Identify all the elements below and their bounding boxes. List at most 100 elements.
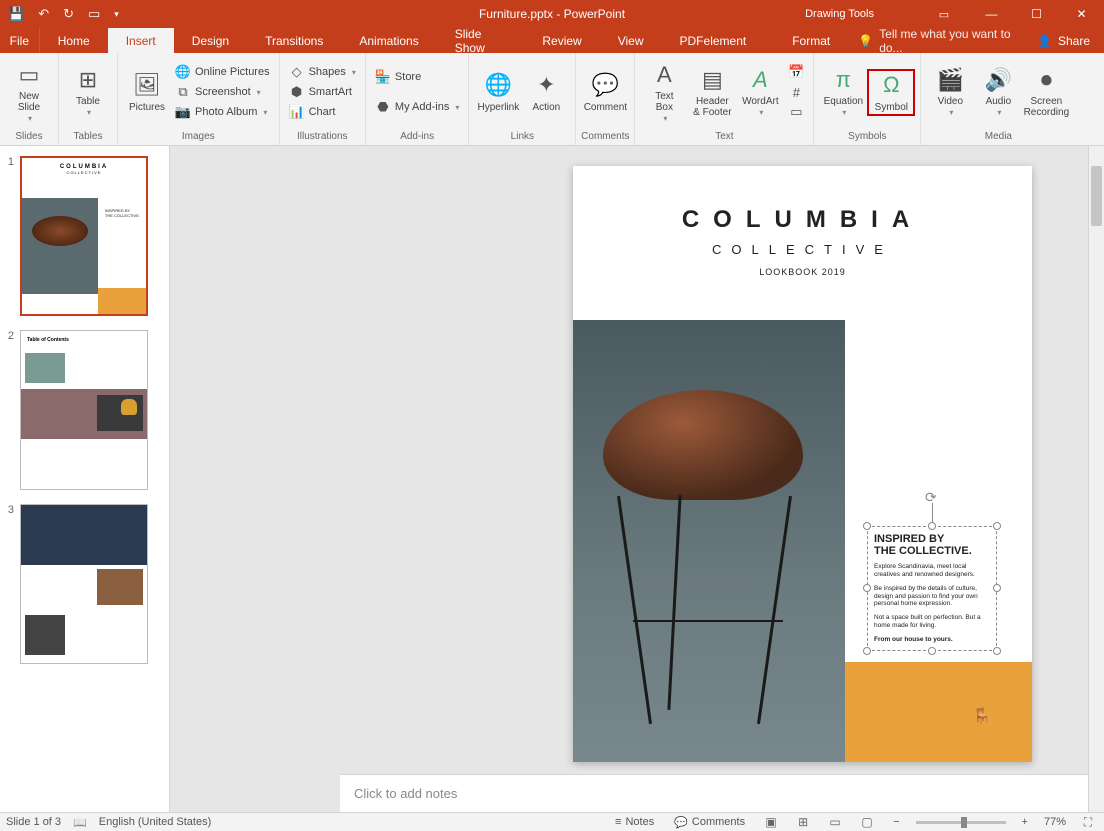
fit-to-window-button[interactable]: ⛶ xyxy=(1078,815,1098,830)
table-button[interactable]: ⊞ Table xyxy=(65,64,111,120)
notes-placeholder: Click to add notes xyxy=(354,786,457,801)
save-icon[interactable]: 💾 xyxy=(8,6,24,22)
undo-icon[interactable]: ↶ xyxy=(38,6,49,22)
thumb-number: 2 xyxy=(4,330,14,490)
zoom-level[interactable]: 77% xyxy=(1044,816,1066,828)
hyperlink-button[interactable]: 🌐Hyperlink xyxy=(475,70,521,115)
tab-file[interactable]: File xyxy=(0,28,40,53)
tab-design[interactable]: Design xyxy=(174,28,247,53)
comments-toggle[interactable]: 💬Comments xyxy=(670,816,749,829)
slide-subtitle[interactable]: COLLECTIVE xyxy=(573,242,1032,257)
spell-check-icon[interactable]: 📖 xyxy=(73,816,87,829)
zoom-slider-thumb[interactable] xyxy=(961,817,967,828)
textbox-para[interactable]: From our house to yours. xyxy=(874,636,990,644)
selected-text-box[interactable]: ⟳ INSPIRED BY THE COLLECTIVE. Explore Sc… xyxy=(867,526,997,651)
my-addins-button[interactable]: ⬣My Add-ins xyxy=(372,98,462,116)
tab-animations[interactable]: Animations xyxy=(341,28,436,53)
rotate-handle-icon[interactable]: ⟳ xyxy=(925,489,937,506)
slide-thumbnail-1[interactable]: COLUMBIA COLLECTIVE INSPIRED BY THE COLL… xyxy=(20,156,148,316)
online-pictures-button[interactable]: 🌐Online Pictures xyxy=(172,63,273,81)
share-button[interactable]: 👤 Share xyxy=(1023,28,1104,53)
normal-view-button[interactable]: ▣ xyxy=(761,815,781,829)
screen-recording-button[interactable]: ⏺Screen Recording xyxy=(1023,64,1069,120)
textbox-para[interactable]: Be inspired by the details of culture, d… xyxy=(874,585,990,608)
wordart-button[interactable]: AWordArt xyxy=(737,64,783,120)
textbox-heading-2[interactable]: THE COLLECTIVE. xyxy=(874,545,990,557)
header-footer-button[interactable]: ▤Header & Footer xyxy=(689,64,735,120)
object-button[interactable]: ▭ xyxy=(785,103,807,121)
zoom-slider[interactable] xyxy=(916,821,1006,824)
new-slide-button[interactable]: ▭ New Slide xyxy=(6,59,52,126)
photo-album-button[interactable]: 📷Photo Album xyxy=(172,103,273,121)
slide-title[interactable]: COLUMBIA xyxy=(573,206,1032,234)
slide-editor[interactable]: COLUMBIA COLLECTIVE LOOKBOOK 2019 🪑 ⟳ IN… xyxy=(170,146,1104,812)
slide-thumbnail-2[interactable]: Table of Contents xyxy=(20,330,148,490)
textbox-para[interactable]: Not a space built on perfection. But a h… xyxy=(874,614,990,630)
slide-lookbook[interactable]: LOOKBOOK 2019 xyxy=(573,267,1032,277)
pictures-button[interactable]: 🖼 Pictures xyxy=(124,70,170,115)
shapes-icon: ◇ xyxy=(289,64,305,80)
tab-transitions[interactable]: Transitions xyxy=(247,28,341,53)
start-from-beginning-icon[interactable]: ▭ xyxy=(88,6,100,22)
action-button[interactable]: ✦Action xyxy=(523,70,569,115)
screenshot-button[interactable]: ⧉Screenshot xyxy=(172,83,273,101)
date-time-button[interactable]: 📅 xyxy=(785,63,807,81)
ribbon-display-options-icon[interactable]: ▭ xyxy=(929,0,959,28)
minimize-button[interactable]: — xyxy=(969,0,1014,28)
resize-handle[interactable] xyxy=(863,647,871,655)
table-icon: ⊞ xyxy=(79,66,97,94)
tab-home[interactable]: Home xyxy=(40,28,108,53)
text-box-button[interactable]: AText Box xyxy=(641,59,687,126)
chart-icon: 📊 xyxy=(289,104,305,120)
slide-number-icon: # xyxy=(788,84,804,100)
zoom-out-button[interactable]: − xyxy=(889,816,903,828)
tab-format[interactable]: Format xyxy=(774,28,848,53)
symbol-button[interactable]: ΩSymbol xyxy=(868,70,914,115)
slide-thumbnail-3[interactable] xyxy=(20,504,148,664)
store-button[interactable]: 🏪Store xyxy=(372,68,462,86)
chart-button[interactable]: 📊Chart xyxy=(286,103,359,121)
slide-sorter-view-button[interactable]: ⊞ xyxy=(793,815,813,829)
screen-recording-icon: ⏺ xyxy=(1041,66,1052,94)
maximize-button[interactable]: ☐ xyxy=(1014,0,1059,28)
close-button[interactable]: ✕ xyxy=(1059,0,1104,28)
slide-counter[interactable]: Slide 1 of 3 xyxy=(6,816,61,828)
tab-slide-show[interactable]: Slide Show xyxy=(437,28,525,53)
group-illustrations: ◇Shapes ⬢SmartArt 📊Chart Illustrations xyxy=(280,53,366,145)
resize-handle[interactable] xyxy=(863,584,871,592)
notes-toggle[interactable]: ≡Notes xyxy=(611,816,658,828)
textbox-para[interactable]: Explore Scandinavia, meet local creative… xyxy=(874,563,990,579)
resize-handle[interactable] xyxy=(993,522,1001,530)
video-button[interactable]: 🎬Video xyxy=(927,64,973,120)
thumb-number: 3 xyxy=(4,504,14,664)
vertical-scrollbar[interactable] xyxy=(1088,146,1104,812)
addins-icon: ⬣ xyxy=(375,99,391,115)
chair-image[interactable] xyxy=(573,320,845,762)
comment-button[interactable]: 💬Comment xyxy=(582,70,628,115)
shapes-button[interactable]: ◇Shapes xyxy=(286,63,359,81)
audio-button[interactable]: 🔊Audio xyxy=(975,64,1021,120)
slide-number-button[interactable]: # xyxy=(785,83,807,101)
language-status[interactable]: English (United States) xyxy=(99,816,212,828)
tab-view[interactable]: View xyxy=(600,28,662,53)
slideshow-view-button[interactable]: ▢ xyxy=(857,815,877,829)
notes-pane[interactable]: Click to add notes xyxy=(340,774,1088,812)
resize-handle[interactable] xyxy=(928,522,936,530)
tab-review[interactable]: Review xyxy=(524,28,599,53)
scrollbar-thumb[interactable] xyxy=(1091,166,1102,226)
equation-button[interactable]: πEquation xyxy=(820,64,866,120)
redo-icon[interactable]: ↻ xyxy=(63,6,74,22)
smartart-button[interactable]: ⬢SmartArt xyxy=(286,83,359,101)
resize-handle[interactable] xyxy=(993,647,1001,655)
qat-more-icon[interactable]: ▾ xyxy=(114,9,119,20)
tab-pdfelement[interactable]: PDFelement xyxy=(662,28,765,53)
slide-canvas[interactable]: COLUMBIA COLLECTIVE LOOKBOOK 2019 🪑 xyxy=(573,166,1032,762)
reading-view-button[interactable]: ▭ xyxy=(825,815,845,829)
tell-me-search[interactable]: 💡 Tell me what you want to do... xyxy=(848,28,1023,53)
resize-handle[interactable] xyxy=(928,647,936,655)
zoom-in-button[interactable]: + xyxy=(1018,816,1032,828)
textbox-heading-1[interactable]: INSPIRED BY xyxy=(874,533,990,545)
orange-block[interactable]: 🪑 xyxy=(845,662,1032,762)
resize-handle[interactable] xyxy=(863,522,871,530)
tab-insert[interactable]: Insert xyxy=(108,28,174,53)
